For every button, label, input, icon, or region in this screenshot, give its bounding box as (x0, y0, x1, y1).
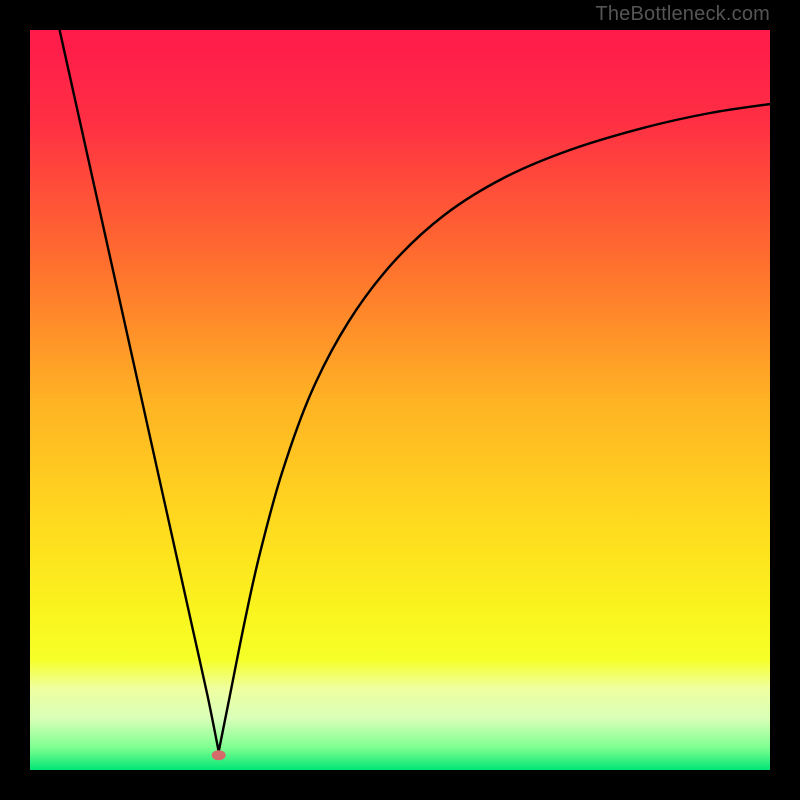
bottleneck-chart (30, 30, 770, 770)
chart-frame (30, 30, 770, 770)
watermark-text: TheBottleneck.com (595, 3, 770, 26)
minimum-marker (212, 750, 226, 760)
